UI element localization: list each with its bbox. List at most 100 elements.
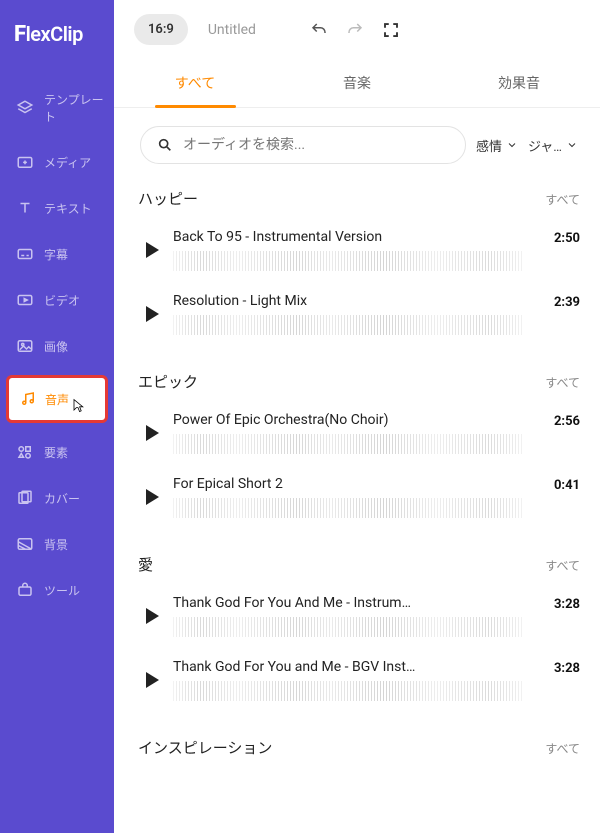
layers-icon [16,99,34,117]
content: 感情 ジャ… ハッピー すべて Back To 95 - Instrumenta… [114,108,600,833]
track-duration: 2:39 [538,293,580,310]
project-title[interactable]: Untitled [208,22,256,38]
sidebar-item-label: ビデオ [44,292,80,309]
search-icon [157,137,173,153]
subtitle-icon [16,245,34,263]
track-title: Thank God For You and Me - BGV Inst… [173,659,524,675]
section-happy: ハッピー すべて Back To 95 - Instrumental Versi… [132,184,586,349]
main: 16:9 Untitled すべて 音楽 効果音 感情 ジャ… [114,0,600,833]
section-view-all[interactable]: すべて [545,374,580,391]
track-title: Power Of Epic Orchestra(No Choir) [173,412,524,428]
sidebar-item-templates[interactable]: テンプレート [0,77,114,139]
track-duration: 3:28 [538,659,580,676]
track-row[interactable]: Thank God For You and Me - BGV Inst… 3:2… [132,651,586,715]
chevron-down-icon [566,139,578,151]
sidebar-item-label: メディア [44,154,91,171]
sidebar-item-label: テキスト [44,200,92,217]
filter-emotion[interactable]: 感情 [476,136,518,155]
track-duration: 2:50 [538,229,580,246]
waveform [173,681,524,701]
sidebar-item-background[interactable]: 背景 [0,521,114,567]
video-icon [16,291,34,309]
section-view-all[interactable]: すべて [545,740,580,757]
sidebar-items: テンプレート メディア テキスト 字幕 ビデオ 画像 音声 [0,77,114,613]
section-title: エピック [138,371,198,392]
section-view-all[interactable]: すべて [545,191,580,208]
logo: FlexClip [0,0,114,77]
play-icon[interactable] [146,425,159,441]
search-input[interactable] [183,137,449,153]
tab-all[interactable]: すべて [114,59,276,107]
section-title: インスピレーション [138,737,272,758]
sidebar-item-media[interactable]: メディア [0,139,114,185]
waveform [173,434,524,454]
sidebar-item-cover[interactable]: カバー [0,475,114,521]
play-icon[interactable] [146,306,159,322]
aspect-ratio-button[interactable]: 16:9 [134,14,188,45]
cover-icon [16,489,34,507]
sidebar-item-text[interactable]: テキスト [0,185,114,231]
track-row[interactable]: Resolution - Light Mix 2:39 [132,285,586,349]
redo-icon[interactable] [346,21,364,39]
sidebar-item-label: 要素 [44,444,68,461]
track-title: For Epical Short 2 [173,476,524,492]
waveform [173,617,524,637]
sidebar-item-elements[interactable]: 要素 [0,429,114,475]
music-icon [19,390,37,408]
play-icon[interactable] [146,242,159,258]
sidebar: FlexClip テンプレート メディア テキスト 字幕 ビデオ 画像 [0,0,114,833]
sidebar-item-label: 背景 [44,536,68,553]
chevron-down-icon [506,139,518,151]
play-icon[interactable] [146,672,159,688]
track-duration: 0:41 [538,476,580,493]
text-icon [16,199,34,217]
sidebar-item-label: 字幕 [44,246,68,263]
tab-music[interactable]: 音楽 [276,59,438,107]
track-title: Resolution - Light Mix [173,293,524,309]
filter-genre[interactable]: ジャ… [528,136,578,155]
undo-icon[interactable] [310,21,328,39]
section-epic: エピック すべて Power Of Epic Orchestra(No Choi… [132,367,586,532]
tab-sfx[interactable]: 効果音 [438,59,600,107]
sidebar-item-video[interactable]: ビデオ [0,277,114,323]
section-title: 愛 [138,554,153,575]
shapes-icon [16,443,34,461]
topbar: 16:9 Untitled [114,0,600,59]
sidebar-item-tools[interactable]: ツール [0,567,114,613]
sidebar-item-label: ツール [44,582,80,599]
sidebar-item-label: カバー [44,490,80,507]
sidebar-item-label: 画像 [44,338,68,355]
sidebar-item-image[interactable]: 画像 [0,323,114,369]
cursor-icon [71,398,85,414]
play-icon[interactable] [146,608,159,624]
sidebar-item-subtitle[interactable]: 字幕 [0,231,114,277]
track-row[interactable]: Power Of Epic Orchestra(No Choir) 2:56 [132,404,586,468]
search-box[interactable] [140,126,466,164]
section-love: 愛 すべて Thank God For You And Me - Instrum… [132,550,586,715]
search-row: 感情 ジャ… [140,126,578,164]
background-icon [16,535,34,553]
track-row[interactable]: Thank God For You And Me - Instrum… 3:28 [132,587,586,651]
waveform [173,498,524,518]
play-icon[interactable] [146,489,159,505]
sidebar-active-highlight: 音声 [6,375,108,423]
section-inspiration: インスピレーション すべて [132,733,586,770]
section-view-all[interactable]: すべて [545,557,580,574]
sidebar-item-label: テンプレート [44,91,104,125]
track-row[interactable]: For Epical Short 2 0:41 [132,468,586,532]
section-title: ハッピー [138,188,198,209]
folder-plus-icon [16,153,34,171]
image-icon [16,337,34,355]
waveform [173,251,524,271]
fullscreen-icon[interactable] [382,21,400,39]
sidebar-item-audio[interactable]: 音声 [0,369,114,429]
tabs: すべて 音楽 効果音 [114,59,600,108]
track-title: Thank God For You And Me - Instrum… [173,595,524,611]
track-duration: 2:56 [538,412,580,429]
track-row[interactable]: Back To 95 - Instrumental Version 2:50 [132,221,586,285]
track-title: Back To 95 - Instrumental Version [173,229,524,245]
track-duration: 3:28 [538,595,580,612]
toolbox-icon [16,581,34,599]
waveform [173,315,524,335]
sidebar-item-label: 音声 [45,391,69,408]
